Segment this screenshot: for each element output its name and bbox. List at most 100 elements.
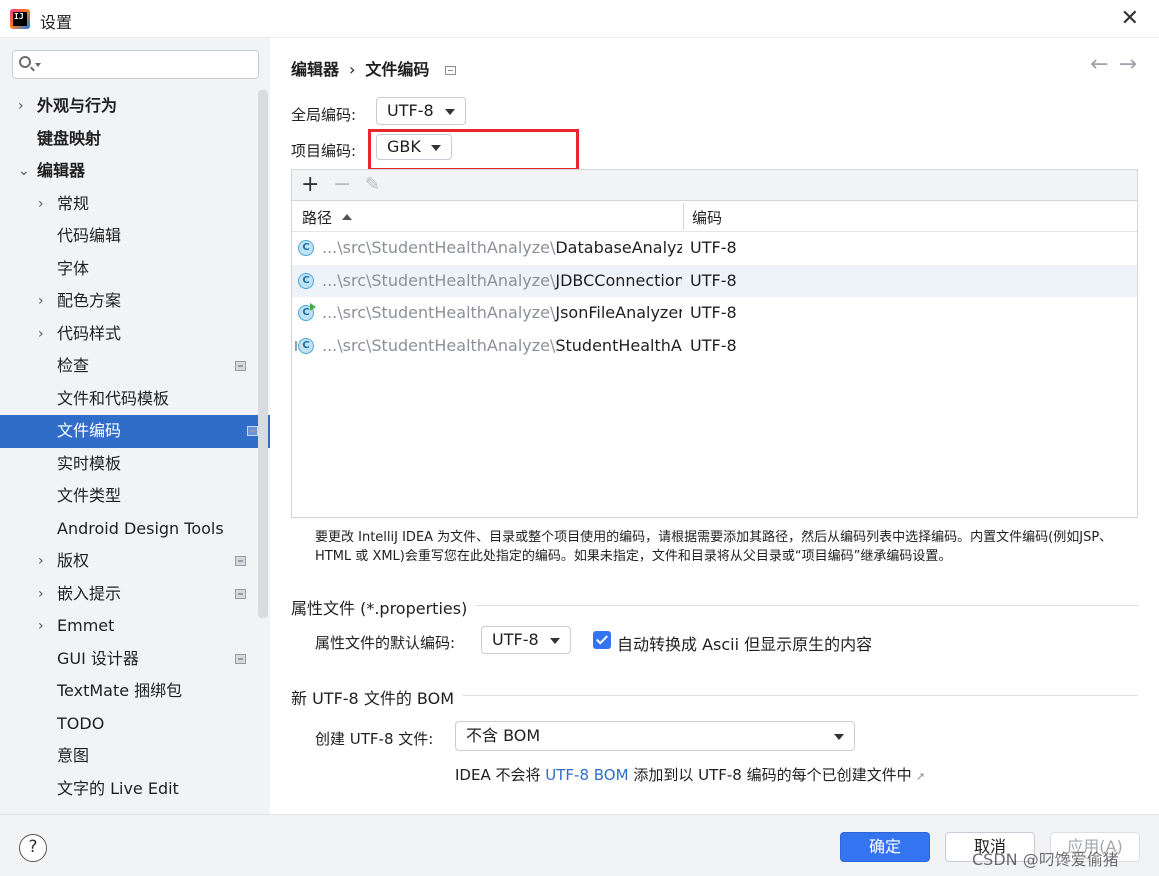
properties-default-encoding-label: 属性文件的默认编码: <box>315 634 456 652</box>
bom-info-text: IDEA 不会将 UTF-8 BOM 添加到以 UTF-8 编码的每个已创建文件… <box>455 764 925 785</box>
sidebar-item[interactable]: 文件和代码模板 <box>0 383 258 416</box>
global-encoding-value: UTF-8 <box>387 101 434 120</box>
breadcrumb-parent[interactable]: 编辑器 <box>291 60 339 79</box>
chevron-right-icon[interactable]: › <box>38 610 44 642</box>
sidebar-item[interactable]: 文件类型 <box>0 480 258 513</box>
red-highlight-annotation <box>368 129 579 171</box>
sidebar-item[interactable]: 键盘映射 <box>0 123 258 156</box>
sidebar-item-label: 字体 <box>57 258 90 278</box>
ok-button[interactable]: 确定 <box>840 832 930 862</box>
sidebar-item[interactable]: 文字的 Live Edit <box>0 773 258 806</box>
sidebar-item[interactable]: › Emmet <box>0 610 258 643</box>
sidebar-item[interactable]: Android Design Tools <box>0 513 258 546</box>
sidebar-item[interactable]: › 常规 <box>0 188 258 221</box>
forward-arrow-icon[interactable]: → <box>1119 52 1147 77</box>
file-encodings-panel: 编辑器 › 文件编码 ←→ 全局编码: UTF-8 项目编码: GBK + − ✎ … <box>270 38 1159 814</box>
encoding-help-text: 要更改 IntelliJ IDEA 为文件、目录或整个项目使用的编码，请根据需要… <box>315 530 1113 564</box>
sidebar-item-label: 代码编辑 <box>57 226 122 245</box>
sidebar-item[interactable]: GUI 设计器 <box>0 643 258 676</box>
sidebar-item[interactable]: 代码编辑 <box>0 220 258 253</box>
chevron-right-icon[interactable]: › <box>38 188 44 220</box>
table-row[interactable]: C ...\src\StudentHealthAnalyze\StudentHea… <box>292 330 1137 363</box>
project-scope-icon <box>235 361 246 371</box>
table-row[interactable]: C ...\src\StudentHealthAnalyze\JDBCConnec… <box>292 264 1137 297</box>
sidebar-item-label: 代码样式 <box>57 323 122 343</box>
sidebar-item[interactable]: TODO <box>0 708 258 741</box>
sidebar-item-label: Emmet <box>57 616 115 635</box>
path-cell: ...\src\StudentHealthAnalyze\JDBCConnect… <box>322 271 682 290</box>
title-bar: IJ 设置 ✕ <box>0 0 1159 38</box>
sidebar-item-label: 嵌入提示 <box>57 583 122 603</box>
table-row[interactable]: C ...\src\StudentHealthAnalyze\JsonFileAn… <box>292 297 1137 330</box>
encoding-cell[interactable]: UTF-8 <box>690 238 737 257</box>
add-icon[interactable]: + <box>301 173 319 197</box>
sidebar-item[interactable]: 意图 <box>0 740 258 773</box>
sidebar-item-label: 检查 <box>57 356 90 375</box>
breadcrumb-separator: › <box>349 60 356 79</box>
create-utf8-label: 创建 UTF-8 文件: <box>315 730 434 748</box>
sidebar-item[interactable]: 实时模板 <box>0 448 258 481</box>
sidebar-item-label: Android Design Tools <box>57 518 224 538</box>
breadcrumb-current: 文件编码 <box>365 60 430 79</box>
encoding-cell[interactable]: UTF-8 <box>690 303 737 322</box>
transparent-ascii-checkbox[interactable] <box>593 631 611 649</box>
external-link-icon[interactable]: ↗ <box>916 770 925 783</box>
sidebar-item[interactable]: › 嵌入提示 <box>0 578 258 611</box>
path-directory: ...\src\StudentHealthAnalyze\ <box>322 335 556 355</box>
encoding-cell[interactable]: UTF-8 <box>690 271 737 290</box>
settings-search-input[interactable] <box>45 54 250 75</box>
project-scope-icon <box>445 66 457 75</box>
sidebar-scrollbar[interactable] <box>258 90 268 618</box>
path-encoding-table: + − ✎ 路径 编码 C ...\src\StudentHealthAnalyz… <box>291 169 1138 518</box>
search-history-dropdown-icon[interactable] <box>35 63 41 67</box>
edit-icon[interactable]: ✎ <box>365 173 380 197</box>
column-divider[interactable] <box>683 203 684 230</box>
global-encoding-dropdown[interactable]: UTF-8 <box>376 97 466 125</box>
close-icon[interactable]: ✕ <box>1121 6 1139 31</box>
help-icon[interactable]: ? <box>19 834 47 862</box>
settings-search-box[interactable] <box>12 50 259 79</box>
navigation-arrows: ←→ <box>1090 52 1147 77</box>
sidebar-item[interactable]: TextMate 捆绑包 <box>0 675 258 708</box>
sidebar-item[interactable]: 检查 <box>0 350 258 383</box>
bom-info-prefix: IDEA 不会将 <box>455 766 541 784</box>
column-header-encoding[interactable]: 编码 <box>692 207 722 228</box>
sidebar-item[interactable]: ⌄ 编辑器 <box>0 155 258 188</box>
sidebar-item-label: 文件和代码模板 <box>57 388 170 408</box>
sidebar-item[interactable]: › 版权 <box>0 545 258 578</box>
bom-info-suffix: 添加到以 UTF-8 编码的每个已创建文件中 <box>633 766 912 784</box>
csdn-watermark: CSDN @叼馋爱偷猪 <box>972 850 1119 869</box>
dropdown-arrow-icon <box>550 638 560 644</box>
bom-dropdown-value: 不含 BOM <box>466 726 541 745</box>
path-cell: ...\src\StudentHealthAnalyze\DatabaseAna… <box>322 238 682 257</box>
sidebar-item[interactable]: 字体 <box>0 253 258 286</box>
bom-dropdown[interactable]: 不含 BOM <box>455 721 855 751</box>
chevron-right-icon[interactable]: › <box>18 90 24 122</box>
chevron-right-icon[interactable]: › <box>38 545 44 577</box>
sidebar-item-label: 文件类型 <box>57 486 122 505</box>
path-directory: ...\src\StudentHealthAnalyze\ <box>322 238 556 257</box>
back-arrow-icon[interactable]: ← <box>1090 52 1118 77</box>
chevron-down-icon[interactable]: ⌄ <box>18 155 30 187</box>
encoding-cell[interactable]: UTF-8 <box>690 336 737 355</box>
properties-section-title: 属性文件 (*.properties) <box>291 595 476 619</box>
search-icon <box>19 56 31 68</box>
sidebar-item-label: 实时模板 <box>57 453 122 473</box>
chevron-right-icon[interactable]: › <box>38 578 44 610</box>
sidebar-item[interactable]: › 配色方案 <box>0 285 258 318</box>
sidebar-item-label: 文字的 Live Edit <box>57 778 179 798</box>
column-header-path[interactable]: 路径 <box>302 207 353 228</box>
remove-icon[interactable]: − <box>333 173 351 197</box>
sidebar-item-label: 编辑器 <box>37 161 86 180</box>
column-path-label: 路径 <box>302 209 333 227</box>
sidebar-item[interactable]: › 代码样式 <box>0 318 258 351</box>
sidebar-item[interactable]: 文件编码 <box>0 415 270 448</box>
intellij-app-icon: IJ <box>10 9 30 29</box>
utf8-bom-link[interactable]: UTF-8 BOM <box>545 766 628 784</box>
sidebar-item[interactable]: › 外观与行为 <box>0 90 258 123</box>
chevron-right-icon[interactable]: › <box>38 318 44 350</box>
properties-encoding-dropdown[interactable]: UTF-8 <box>481 626 571 654</box>
transparent-ascii-label[interactable]: 自动转换成 Ascii 但显示原生的内容 <box>617 631 872 655</box>
table-row[interactable]: C ...\src\StudentHealthAnalyze\DatabaseAn… <box>292 232 1137 265</box>
chevron-right-icon[interactable]: › <box>38 285 44 317</box>
